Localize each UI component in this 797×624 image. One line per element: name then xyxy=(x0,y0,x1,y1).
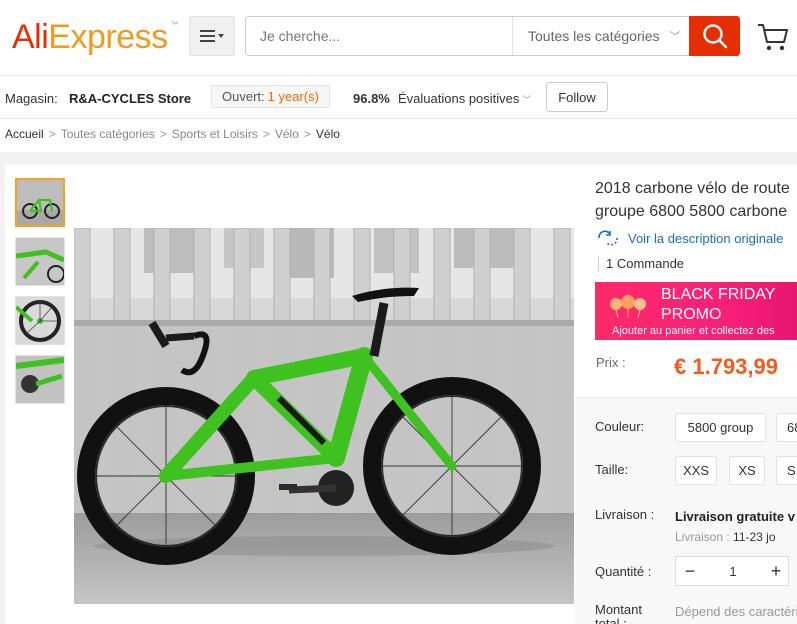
size-option-xs[interactable]: XS xyxy=(729,456,765,485)
store-bar: Magasin: R&A-CYCLES Store Ouvert: 1 year(… xyxy=(0,77,797,119)
view-original-description-link[interactable]: Voir la description originale xyxy=(596,230,783,246)
thumbnail-3[interactable] xyxy=(15,296,65,345)
bike-thumbnail-image xyxy=(16,297,64,344)
cart-icon[interactable] xyxy=(756,20,790,54)
store-name[interactable]: R&A-CYCLES Store xyxy=(69,91,191,106)
store-rating-percent: 96.8% xyxy=(353,91,390,106)
breadcrumb-home[interactable]: Accueil xyxy=(5,127,44,141)
bike-thumbnail-image xyxy=(16,238,64,285)
shipping-label: Livraison : xyxy=(595,507,655,522)
quantity-increase-button[interactable]: + xyxy=(762,557,790,585)
size-label: Taille: xyxy=(595,462,629,477)
road-bike-image xyxy=(74,228,574,604)
search-icon xyxy=(702,24,727,49)
store-opened-badge: Ouvert: 1 year(s) xyxy=(211,85,330,108)
quantity-input[interactable]: 1 xyxy=(704,557,762,585)
thumbnail-4[interactable] xyxy=(15,355,65,404)
breadcrumb-all-categories[interactable]: Toutes catégories xyxy=(61,127,155,141)
store-rating-dropdown[interactable]: Évaluations positives ﹀ xyxy=(398,91,531,106)
follow-button[interactable]: Follow xyxy=(546,82,608,112)
header: AliExpress™ Toutes les catégories ﹀ xyxy=(0,0,797,76)
price-label: Prix : xyxy=(596,355,626,370)
category-select[interactable]: Toutes les catégories ﹀ xyxy=(512,17,689,55)
thumbnail-2[interactable] xyxy=(15,237,65,286)
main-product-image[interactable] xyxy=(74,228,574,604)
search-button[interactable] xyxy=(689,16,740,56)
quantity-stepper: − 1 + xyxy=(675,556,789,586)
store-label: Magasin: xyxy=(5,91,58,106)
bike-thumbnail-image xyxy=(17,180,63,225)
delivery-estimate: Livraison : 11-23 jo xyxy=(675,530,776,544)
category-menu-button[interactable] xyxy=(189,16,235,56)
product-title: 2018 carbone vélo de route groupe 6800 5… xyxy=(595,180,790,220)
translate-icon xyxy=(598,230,618,246)
thumbnail-1[interactable] xyxy=(15,178,65,227)
shipping-value[interactable]: Livraison gratuite v xyxy=(675,509,795,524)
black-friday-promo-banner[interactable]: BLACK FRIDAY PROMO Ajouter au panier et … xyxy=(595,282,797,340)
breadcrumb: Accueil > Toutes catégories > Sports et Lois… xyxy=(5,127,340,141)
quantity-decrease-button[interactable]: − xyxy=(676,557,704,585)
bike-thumbnail-image xyxy=(16,356,64,403)
total-label: Montant total : xyxy=(595,602,642,624)
balloons-icon xyxy=(610,295,646,318)
breadcrumb-sports[interactable]: Sports et Loisirs xyxy=(172,127,258,141)
hamburger-icon xyxy=(200,30,224,42)
breadcrumb-current: Vélo xyxy=(315,127,340,141)
chevron-down-icon: ﹀ xyxy=(522,95,532,105)
total-value: Dépend des caractéri xyxy=(675,604,797,619)
search-bar: Toutes les catégories ﹀ xyxy=(245,16,740,56)
quantity-label: Quantité : xyxy=(595,564,652,579)
search-input[interactable] xyxy=(246,17,511,55)
color-option-5800-group[interactable]: 5800 group xyxy=(675,413,766,442)
breadcrumb-velo[interactable]: Vélo xyxy=(275,127,299,141)
chevron-down-icon: ﹀ xyxy=(669,31,681,43)
category-select-label: Toutes les catégories xyxy=(528,28,660,44)
size-option-s[interactable]: S xyxy=(776,456,797,485)
aliexpress-logo[interactable]: AliExpress ™ xyxy=(12,18,178,57)
orders-count: 1 Commande xyxy=(598,256,684,271)
color-option-6800-group[interactable]: 68 xyxy=(776,413,797,442)
color-label: Couleur: xyxy=(595,419,645,434)
size-option-xxs[interactable]: XXS xyxy=(675,456,717,485)
price-value: € 1.793,99 xyxy=(674,354,778,379)
